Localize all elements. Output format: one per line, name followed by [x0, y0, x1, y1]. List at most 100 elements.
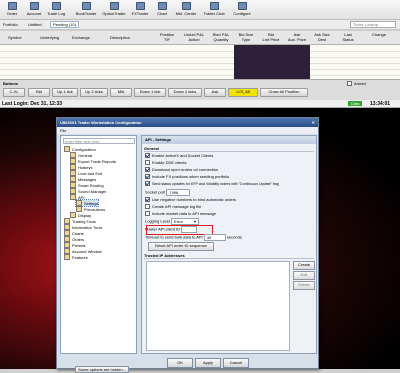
tab-portfolio[interactable]: Portfolio — [3, 22, 18, 27]
ok-button[interactable]: OK — [167, 358, 193, 368]
dialog-title-bar[interactable]: U8026X1 Trader Workstation Configuration… — [57, 118, 318, 127]
down-1-tick-button[interactable]: Down 1 tick — [134, 88, 166, 97]
configuration-dialog: U8026X1 Trader Workstation Configuration… — [56, 117, 319, 373]
toolbar-booktrader-button[interactable]: BookTrader — [74, 2, 98, 16]
tree-node-features[interactable]: Features — [64, 254, 88, 260]
send-status-updates-checkbox[interactable]: Send status updates for EFP and Volatili… — [145, 181, 315, 187]
col-realized-pnl[interactable]: Rlzd P&L Quantity — [208, 32, 234, 42]
orders-grid — [0, 45, 400, 79]
cs-48-button[interactable]: C/S_48 — [228, 88, 258, 97]
market-button[interactable]: Mkt — [110, 88, 132, 97]
checkbox-icon — [145, 181, 150, 186]
clock-time: 13:34:01 — [370, 101, 391, 107]
show-hidden-options-button[interactable]: Some options are hidden... — [75, 366, 129, 373]
fxtrader-icon — [135, 2, 145, 10]
trusted-ip-list[interactable] — [146, 261, 290, 351]
timeout-input[interactable]: 30 — [203, 234, 226, 241]
checkbox-icon — [145, 153, 150, 158]
down-2-ticks-button[interactable]: Down 2 ticks — [168, 88, 202, 97]
toolbar-fxtrader-button[interactable]: FXTrader — [128, 2, 152, 16]
gear-icon — [237, 2, 247, 10]
booktrader-icon — [81, 2, 91, 10]
col-underlying[interactable]: Underlying — [40, 35, 59, 40]
status-bar: Last Login: Dec 31, 12:33 Data 13:34:01 — [0, 100, 400, 108]
toolbar-account-button[interactable]: Account — [22, 2, 46, 16]
armed-checkbox[interactable]: Armed — [347, 81, 366, 86]
col-ask[interactable]: Ask Aux. Price — [284, 32, 310, 42]
buttons-panel: Buttons Armed C-XL Bid Up 1 tick Up 2 ti… — [0, 79, 400, 100]
up-1-tick-button[interactable]: Up 1 tick — [52, 88, 78, 97]
chart-icon — [157, 2, 167, 10]
socket-port-input[interactable]: 7496 — [166, 189, 191, 196]
checkbox-icon — [145, 211, 150, 216]
col-symbol[interactable]: Symbol — [8, 35, 21, 40]
logging-level-row: Logging Level Error ▾ — [145, 218, 200, 225]
api-log-file-checkbox[interactable]: Create API message log file — [145, 204, 201, 210]
col-change[interactable]: Change — [362, 32, 396, 37]
close-icon[interactable]: ✕ — [312, 118, 315, 127]
data-status-badge: Data — [348, 101, 363, 106]
master-client-id-row: Master API client ID — [145, 225, 213, 235]
trusted-ip-section-header: Trusted IP Addresses — [144, 253, 314, 259]
toolbar-trade-log-button[interactable]: Trade Log — [44, 2, 68, 16]
market-data-columns — [234, 45, 310, 79]
reset-order-id-button[interactable]: Reset API order ID sequence — [148, 242, 214, 251]
toolbar-optiontrader-button[interactable]: OptionTrader — [102, 2, 126, 16]
market-data-in-api-checkbox[interactable]: Include market data in API message — [145, 211, 216, 217]
account-icon — [29, 2, 39, 10]
last-login-text: Last Login: Dec 31, 12:33 — [2, 101, 63, 107]
tab-pending[interactable]: Pending (10) — [50, 21, 79, 28]
dialog-title: U8026X1 Trader Workstation Configuration — [60, 120, 142, 125]
enable-activex-checkbox[interactable]: Enable ActiveX and Socket Clients — [145, 153, 213, 159]
include-fx-positions-checkbox[interactable]: Include FX positions when sending portfo… — [145, 174, 229, 180]
buttons-panel-title: Buttons — [3, 81, 19, 86]
col-exchange[interactable]: Exchange — [72, 35, 90, 40]
enable-dde-checkbox[interactable]: Enable DDE clients — [145, 160, 186, 166]
up-2-ticks-button[interactable]: Up 2 ticks — [80, 88, 108, 97]
checkbox-icon — [145, 204, 150, 209]
dialog-menu-bar: File — [57, 127, 318, 134]
general-section-header: General — [144, 146, 314, 152]
ask-button[interactable]: Ask — [204, 88, 226, 97]
table-row[interactable] — [0, 69, 400, 76]
toolbar-order-button[interactable]: Order — [0, 2, 24, 16]
page-tab-bar: Portfolio Untitled Pending (10) — [0, 20, 400, 30]
timeout-row: Timeout to send bulk data to API 30 seco… — [145, 234, 242, 241]
col-bid-size[interactable]: Bid Size Type — [234, 32, 258, 42]
create-ip-button[interactable]: Create — [293, 261, 315, 270]
chat-icon — [209, 2, 219, 10]
chevron-down-icon: ▾ — [194, 219, 197, 224]
edit-ip-button[interactable]: Edit — [293, 271, 315, 280]
logging-level-select[interactable]: Error ▾ — [171, 218, 200, 225]
cancel-order-button[interactable]: C-XL — [3, 88, 25, 97]
socket-port-row: Socket port 7496 — [145, 189, 191, 196]
col-position[interactable]: Position TIF — [154, 32, 180, 42]
checkbox-icon — [145, 197, 150, 202]
toolbar-chart-button[interactable]: Chart — [150, 2, 174, 16]
folder-icon — [64, 254, 70, 260]
tree-filter-input[interactable]: enter filter text here — [63, 138, 135, 144]
api-settings-panel: API - Settings General Enable ActiveX an… — [141, 135, 317, 354]
toolbar-trader-chat-button[interactable]: Trader Chat — [202, 2, 226, 16]
col-ask-size[interactable]: Ask Size Dest — [310, 32, 334, 42]
delete-ip-button[interactable]: Delete — [293, 281, 315, 290]
download-open-orders-checkbox[interactable]: Download open orders on connection — [145, 167, 218, 173]
tab-untitled[interactable]: Untitled — [28, 22, 42, 27]
close-all-position-button[interactable]: Close All Position — [260, 88, 308, 97]
checkbox-icon — [145, 174, 150, 179]
col-last[interactable]: Last Status — [334, 32, 362, 42]
ticker-search-input[interactable]: Ticker Lookup — [350, 21, 396, 28]
file-menu[interactable]: File — [60, 128, 66, 133]
bid-button[interactable]: Bid — [28, 88, 50, 97]
col-unrealized-pnl[interactable]: Unrlzd P&L Action — [180, 32, 208, 42]
toolbar-configure-button[interactable]: Configure — [230, 2, 254, 16]
trade-log-icon — [51, 2, 61, 10]
apply-button[interactable]: Apply — [195, 358, 221, 368]
col-description[interactable]: Description — [110, 35, 130, 40]
toolbar-market-center-button[interactable]: Mkt. Center — [174, 2, 198, 16]
cancel-button[interactable]: Cancel — [223, 358, 249, 368]
col-bid[interactable]: Bid Lmt Price — [258, 32, 284, 42]
config-tree: enter filter text here Configuration Gen… — [60, 135, 137, 373]
negative-numbers-checkbox[interactable]: Use negative numbers to bind automatic o… — [145, 197, 236, 203]
order-icon — [7, 2, 17, 10]
